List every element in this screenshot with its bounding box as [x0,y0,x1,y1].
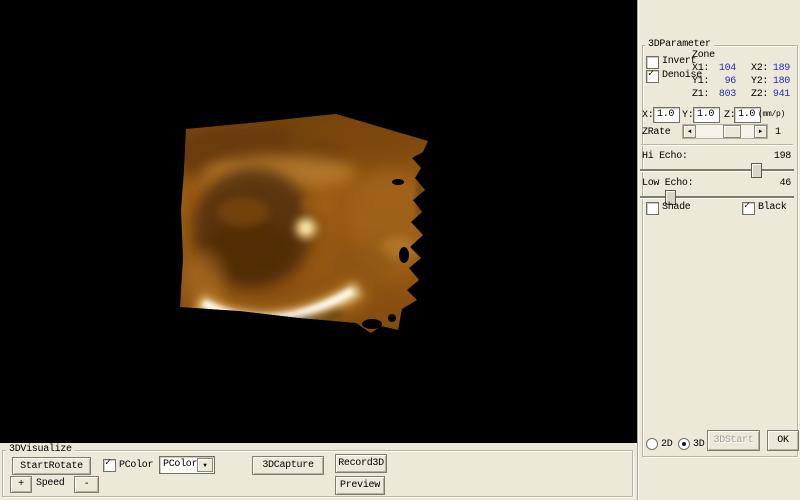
scale-y-label: Y: [682,110,693,121]
low-echo-value: 46 [753,178,791,189]
mode-3d-label: 3D [693,439,704,450]
divider [641,144,793,146]
hi-echo-track [640,169,794,172]
pcolor-select[interactable]: PColor ▼ [159,456,215,474]
hi-echo-thumb[interactable] [751,163,762,178]
zrate-scroll-left-icon[interactable]: ◄ [683,125,696,138]
zone-z1-value: 803 [708,89,736,100]
mode-2d-radio[interactable] [646,438,658,450]
mode-3d-radio[interactable] [678,438,690,450]
zrate-value: 1 [775,127,781,138]
zone-z1-label: Z1: [692,89,709,100]
ok-button[interactable]: OK [767,430,799,451]
check-icon: ✓ [648,69,654,81]
denoise-checkbox[interactable]: ✓ [646,70,659,83]
invert-checkbox[interactable] [646,56,659,69]
zrate-scroll-right-icon[interactable]: ► [754,125,767,138]
scale-z-input[interactable]: 1.0 [734,107,761,123]
shade-label: Shade [662,202,691,213]
check-icon: ✓ [744,201,750,213]
mode-2d-label: 2D [661,439,672,450]
hi-echo-value: 198 [753,151,791,162]
zone-title: Zone [692,50,715,61]
black-checkbox[interactable]: ✓ [742,202,755,215]
zrate-label: ZRate [642,127,671,138]
preview-button[interactable]: Preview [335,476,385,495]
shade-checkbox[interactable] [646,202,659,215]
scale-x-input[interactable]: 1.0 [653,107,680,123]
pcolor-label: PColor [119,460,153,471]
zrate-scrollbar[interactable]: ◄ ► [682,124,768,139]
low-echo-label: Low Echo: [642,178,693,189]
scale-y-input[interactable]: 1.0 [693,107,720,123]
start3d-button[interactable]: 3DStart [707,430,760,451]
zone-x1-label: X1: [692,63,709,74]
scale-unit-label: (mm/p) [758,110,785,119]
hi-echo-label: Hi Echo: [642,151,688,162]
parameter-panel: 3DParameter Invert ✓ Denoise Zone X1: 10… [637,0,800,500]
speed-label: Speed [36,478,65,489]
parameter-group-title: 3DParameter [645,39,714,50]
zone-z2-value: 941 [762,89,790,100]
pcolor-select-value: PColor [163,459,197,470]
low-echo-track [640,196,794,199]
render-viewport[interactable] [0,0,637,443]
capture-button[interactable]: 3DCapture [252,456,324,475]
speed-minus-button[interactable]: - [74,476,99,493]
hi-echo-slider[interactable] [640,163,794,177]
pcolor-checkbox[interactable]: ✓ [103,459,116,472]
dropdown-arrow-icon[interactable]: ▼ [197,458,213,472]
zrate-scroll-thumb[interactable] [723,125,741,138]
black-label: Black [758,202,787,213]
zone-y1-label: Y1: [692,76,709,87]
speed-plus-button[interactable]: + [10,476,32,493]
scale-x-label: X: [642,110,653,121]
zone-y1-value: 96 [708,76,736,87]
ultrasound-render [0,0,637,443]
record-button[interactable]: Record3D [335,454,387,473]
start-rotate-button[interactable]: StartRotate [12,457,91,475]
visualize-group-title: 3DVisualize [6,444,75,455]
zone-y2-value: 180 [762,76,790,87]
zone-x1-value: 104 [708,63,736,74]
zone-x2-value: 189 [762,63,790,74]
radio-dot [682,442,686,446]
visualize-panel: 3DVisualize StartRotate + Speed - ✓ PCol… [0,443,637,500]
check-icon: ✓ [105,458,111,470]
